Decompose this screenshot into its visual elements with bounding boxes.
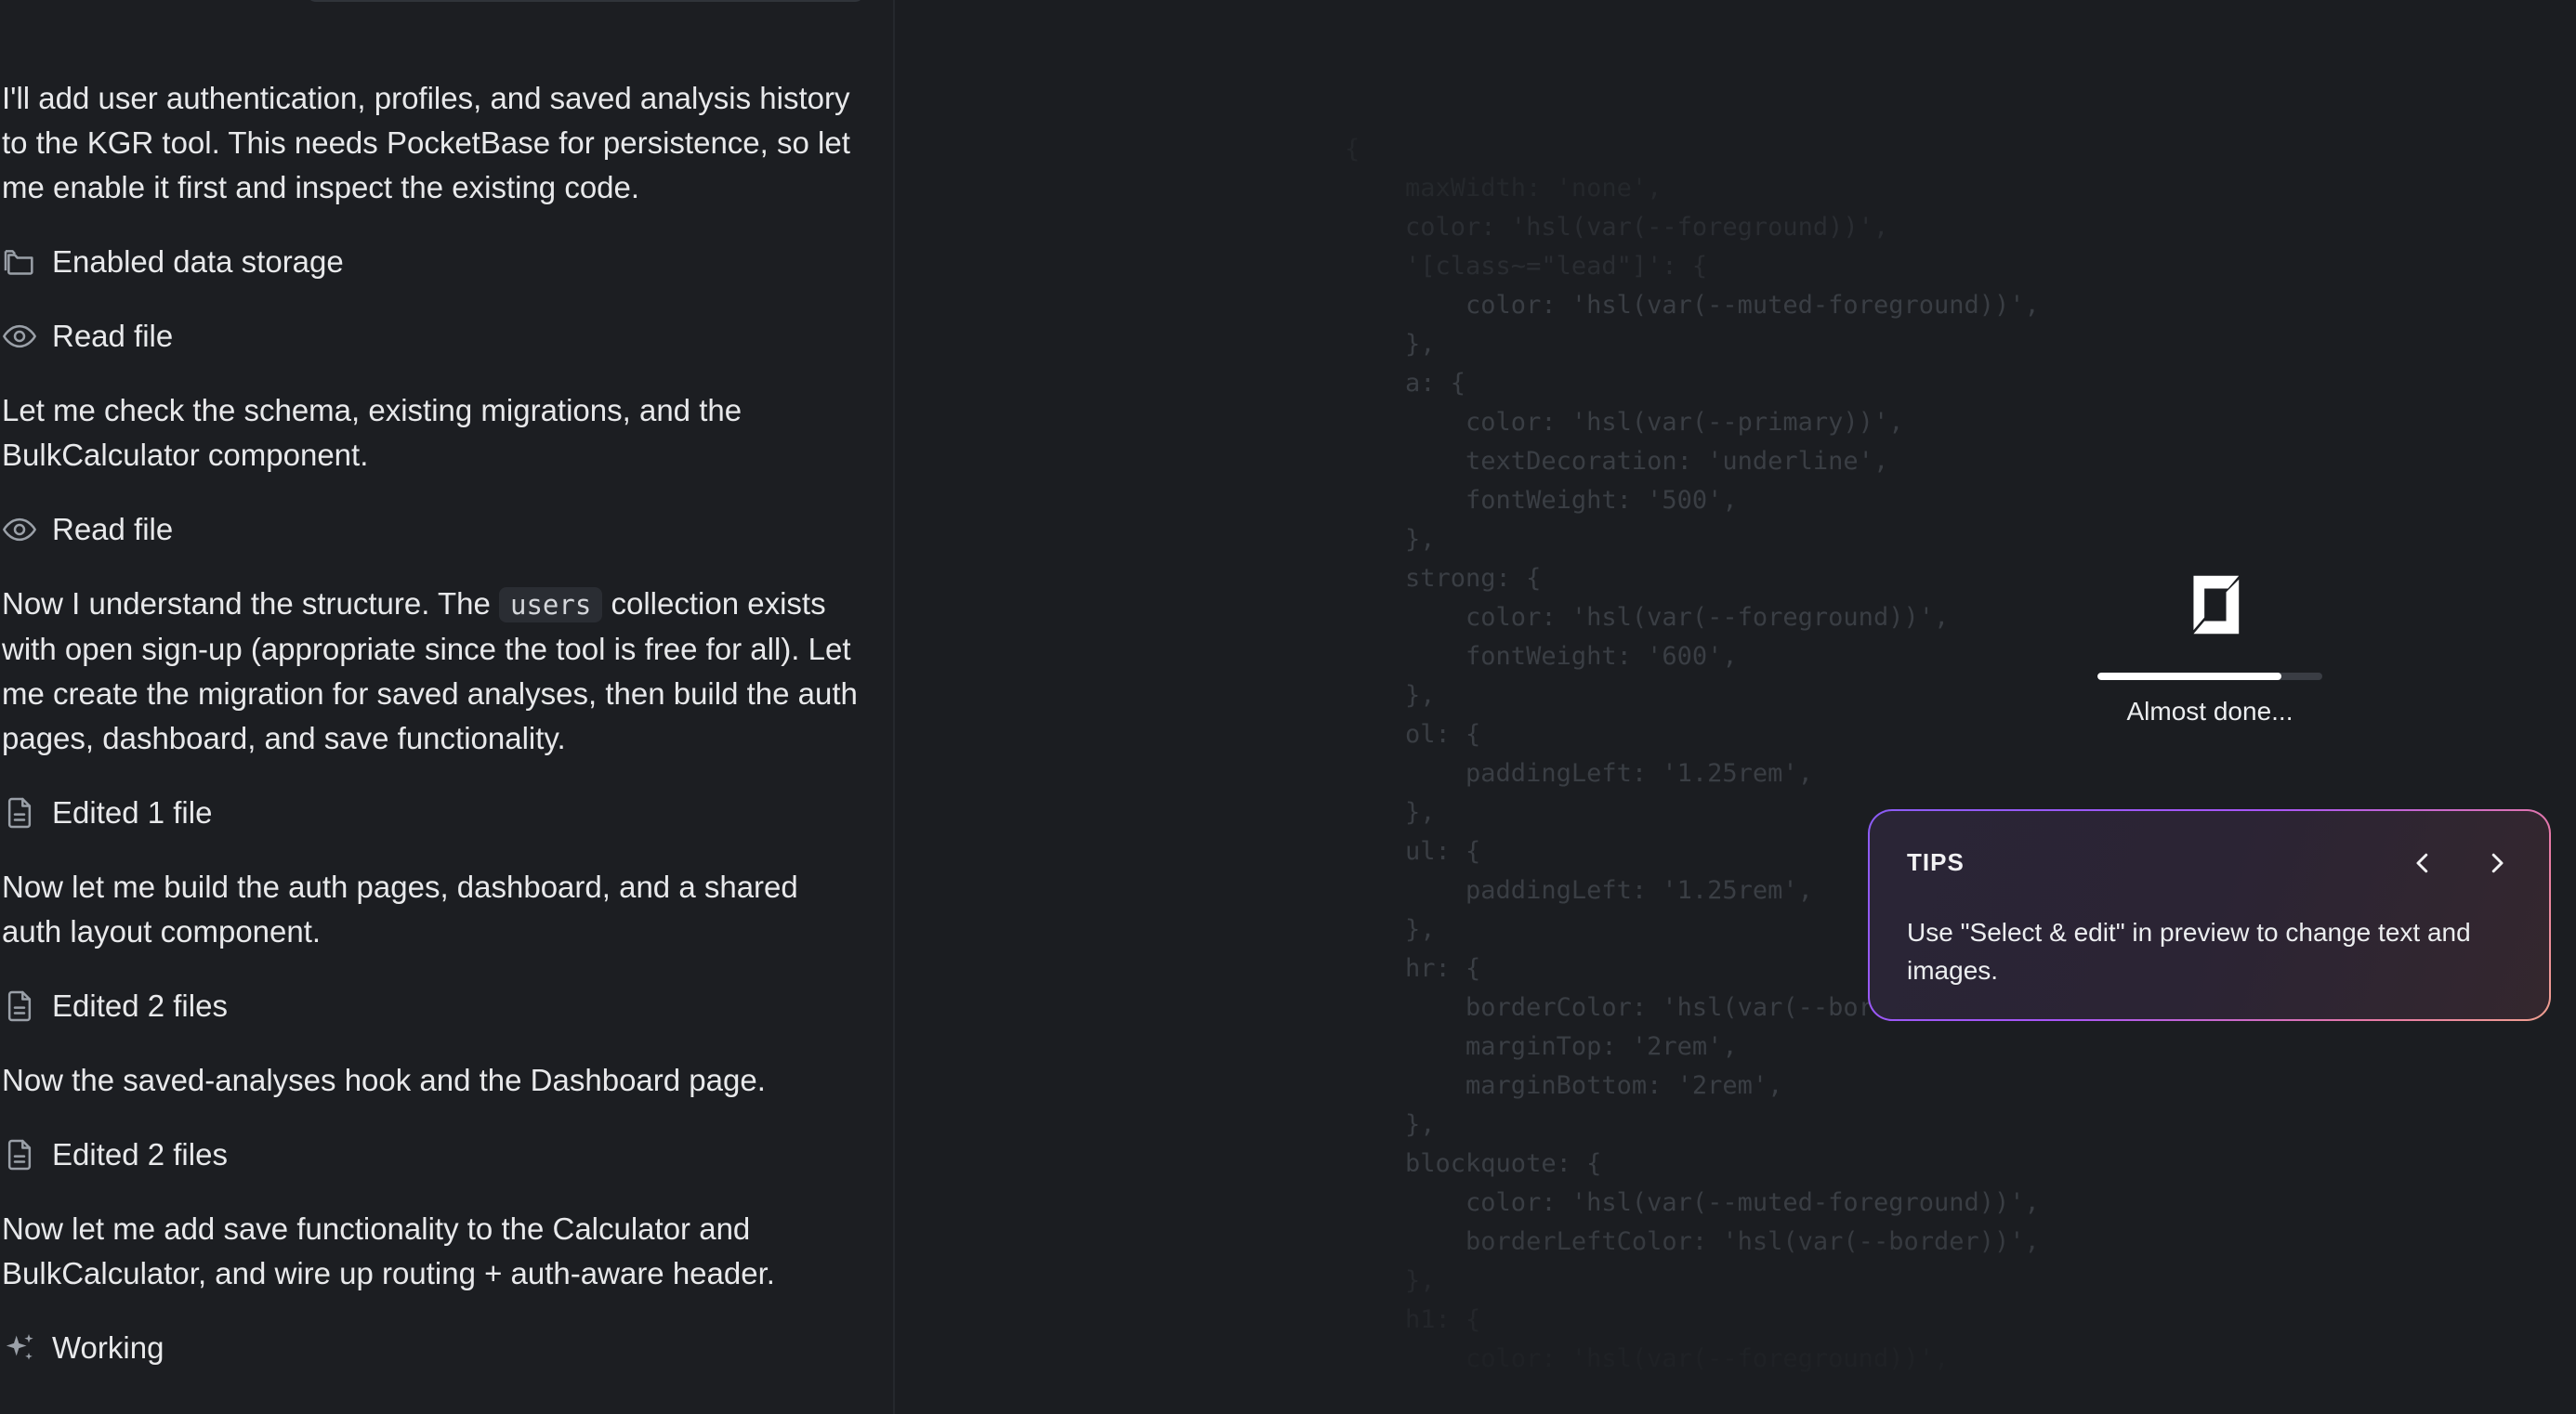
message-gap	[2, 954, 866, 984]
tool-action-row[interactable]: Enabled data storage	[2, 240, 866, 284]
assistant-message: Now the saved-analyses hook and the Dash…	[2, 1063, 766, 1097]
tool-action-row[interactable]: Read file	[2, 507, 866, 552]
folder-icon	[0, 242, 39, 281]
loading-status-text: Almost done...	[2126, 697, 2293, 726]
file-icon	[0, 1135, 39, 1174]
file-icon	[0, 793, 39, 832]
chat-pane: I'll add user authentication, profiles, …	[0, 0, 895, 1414]
chat-input-edge[interactable]	[307, 0, 864, 2]
tool-action-label: Read file	[52, 512, 174, 546]
assistant-message: I'll add user authentication, profiles, …	[2, 81, 850, 204]
assistant-message: Now let me add save functionality to the…	[2, 1211, 775, 1290]
chevron-right-icon	[2491, 853, 2504, 873]
message-gap	[2, 359, 866, 388]
message-gap	[2, 761, 866, 791]
progress-bar	[2097, 673, 2322, 680]
tool-action-row[interactable]: Edited 2 files	[2, 984, 866, 1028]
tips-card: TIPS Use "Select & edit" in preview to c…	[1868, 809, 2551, 1021]
message-text-segment: Now I understand the structure. The	[2, 586, 500, 621]
tips-navigation	[2399, 839, 2521, 887]
inline-code: users	[499, 587, 603, 622]
message-gap	[2, 835, 866, 865]
message-gap	[2, 1028, 866, 1058]
eye-icon	[0, 317, 39, 356]
tool-action-label: Read file	[52, 319, 174, 353]
assistant-message: Let me check the schema, existing migrat…	[2, 393, 743, 472]
tool-action-row[interactable]: Edited 2 files	[2, 1133, 866, 1177]
assistant-message: Now let me build the auth pages, dashboa…	[2, 870, 798, 949]
message-gap	[2, 552, 866, 582]
loading-indicator: Almost done...	[2097, 569, 2322, 727]
tips-next-button[interactable]	[2473, 839, 2521, 887]
app-logo-icon	[2193, 575, 2240, 635]
message-gap	[2, 284, 866, 314]
chevron-left-icon	[2416, 853, 2428, 873]
preview-pane	[897, 0, 2576, 1414]
tool-action-label: Enabled data storage	[52, 244, 344, 279]
assistant-message: Now I understand the structure. The user…	[2, 582, 866, 761]
message-gap	[2, 1103, 866, 1133]
tool-action-label: Edited 2 files	[52, 1137, 228, 1172]
message-gap	[2, 1296, 866, 1326]
message-gap	[2, 478, 866, 507]
tool-action-label: Working	[52, 1330, 164, 1365]
tool-action-row[interactable]: Edited 1 file	[2, 791, 866, 835]
tool-action-label: Edited 2 files	[52, 988, 228, 1023]
tips-prev-button[interactable]	[2399, 839, 2447, 887]
eye-icon	[0, 510, 39, 549]
chat-message-list: I'll add user authentication, profiles, …	[2, 76, 866, 1370]
message-gap	[2, 210, 866, 240]
file-icon	[0, 987, 39, 1026]
message-gap	[2, 1177, 866, 1207]
progress-bar-fill	[2097, 673, 2282, 680]
tool-action-row[interactable]: Read file	[2, 314, 866, 359]
tool-action-label: Edited 1 file	[52, 795, 213, 830]
tips-body-text: Use "Select & edit" in preview to change…	[1907, 918, 2471, 985]
sparkle-icon	[0, 1329, 39, 1368]
tool-action-row[interactable]: Working	[2, 1326, 866, 1370]
